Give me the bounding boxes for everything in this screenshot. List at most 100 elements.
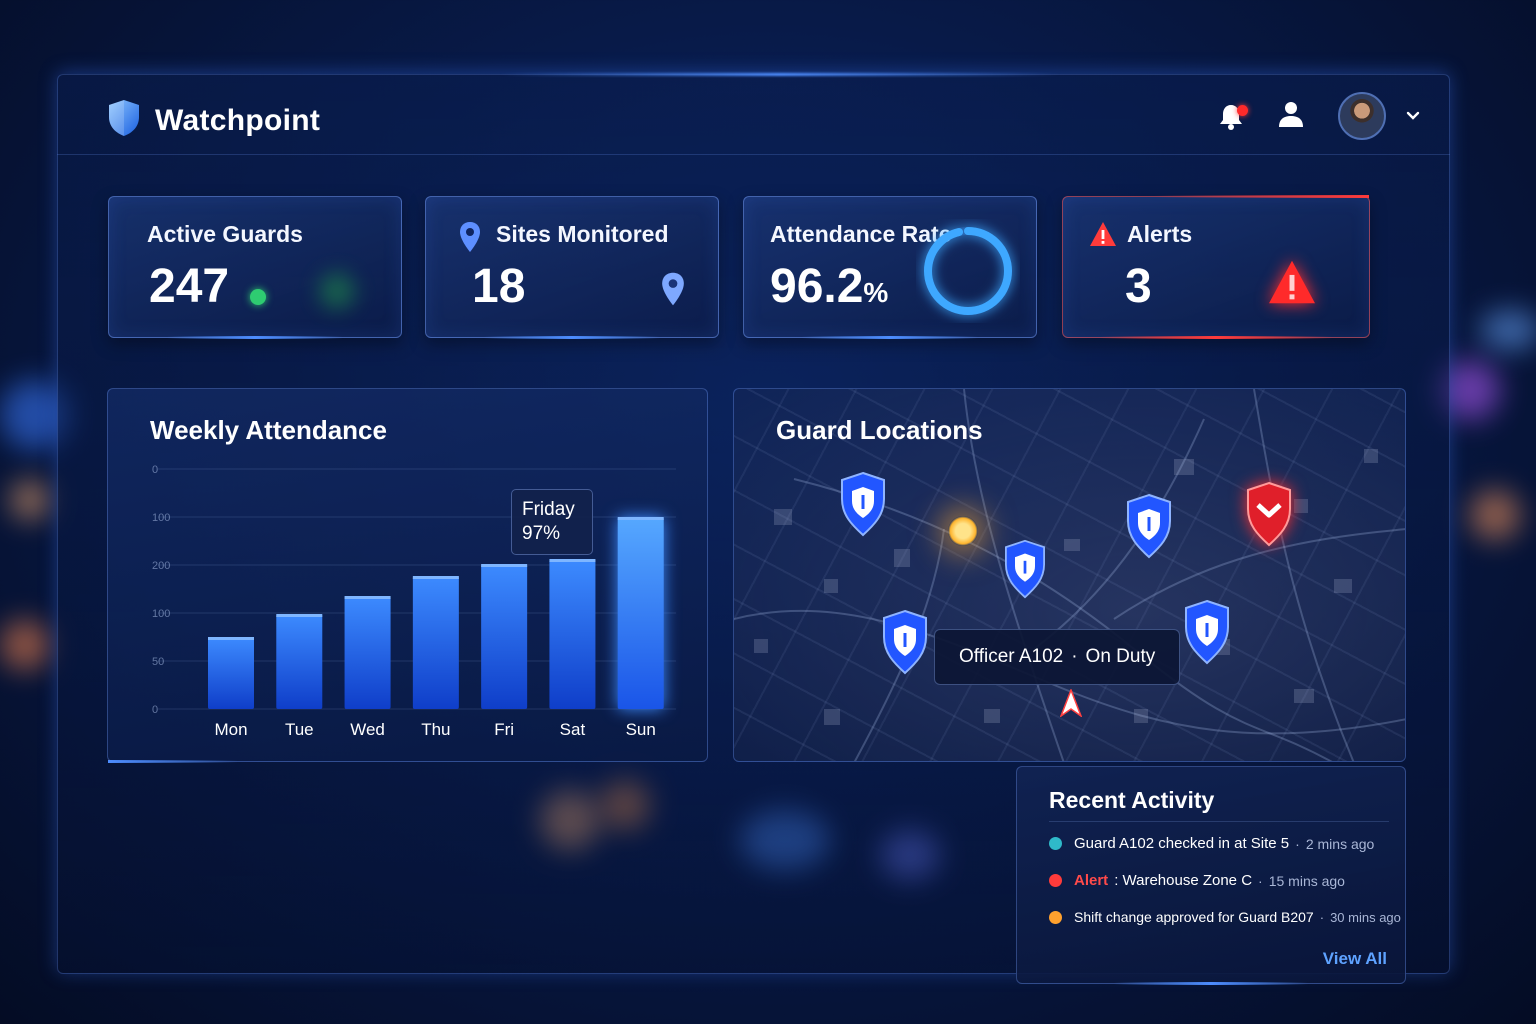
incident-beacon[interactable] (948, 516, 978, 546)
x-tick-label: Sun (626, 720, 656, 739)
bar-sat[interactable] (549, 559, 596, 709)
bar-highlight (344, 596, 391, 599)
guard-locations-panel: Guard Locations Officer A102 · On Duty (733, 388, 1406, 762)
bar-highlight (412, 576, 459, 579)
x-tick-label: Tue (285, 720, 314, 739)
warning-icon (1089, 221, 1117, 252)
card-topglow (1154, 195, 1369, 198)
bar-sun[interactable] (617, 517, 664, 709)
bar-mon[interactable] (208, 637, 254, 709)
panel-underglow (1114, 982, 1308, 985)
status-dot (1049, 837, 1062, 850)
activity-item[interactable]: Guard A102 checked in at Site 5 · 2 mins… (1049, 835, 1374, 852)
activity-item[interactable]: Alert : Warehouse Zone C · 15 mins ago (1049, 872, 1345, 889)
bar-thu[interactable] (412, 576, 459, 709)
map-pin-icon (458, 221, 482, 258)
alerts-card[interactable]: Alerts 3 (1062, 195, 1370, 339)
status-dot (1049, 874, 1062, 887)
map-pin-icon (660, 271, 686, 312)
bar-tue[interactable] (276, 614, 323, 709)
activity-text: : Warehouse Zone C (1114, 872, 1253, 889)
activity-text: Guard A102 checked in at Site 5 (1074, 835, 1290, 852)
alert-shield-pin-icon[interactable] (1244, 481, 1294, 552)
card-underglow (802, 336, 978, 339)
card-title: Alerts (1127, 221, 1193, 247)
bar-highlight (208, 637, 254, 640)
bar-fri[interactable] (481, 564, 528, 709)
bar-wed[interactable] (344, 596, 391, 709)
panel-underglow (108, 760, 238, 763)
guard-shield-pin-icon[interactable] (1002, 539, 1048, 604)
card-title: Sites Monitored (496, 221, 669, 247)
weekly-attendance-panel: Weekly Attendance 0 100 200 100 50 0 Mon Tue Wed… (107, 388, 708, 763)
bokeh-light (0, 620, 50, 670)
panel-title: Recent Activity (1049, 787, 1215, 813)
sites-monitored-value: 18 (472, 260, 526, 313)
tooltip-separator: · (1071, 646, 1078, 667)
y-tick-label: 0 (152, 704, 158, 716)
activity-time: 15 mins ago (1268, 872, 1345, 889)
app-title: Watchpoint (155, 103, 321, 137)
active-guards-card[interactable]: Active Guards 247 (108, 196, 402, 339)
attendance-rate-value: 96.2% (770, 260, 889, 313)
y-tick-label: 100 (152, 512, 170, 524)
card-underglow (484, 336, 660, 339)
status-dot (1049, 910, 1062, 924)
activity-text: Shift change approved for Guard B207 (1074, 909, 1314, 925)
header-actions (1218, 92, 1420, 140)
card-underglow (167, 336, 343, 339)
view-all-link[interactable]: View All (1323, 949, 1387, 969)
activity-time: 30 mins ago (1330, 909, 1401, 925)
bokeh-light (10, 480, 50, 520)
chevron-down-icon[interactable] (1406, 111, 1420, 121)
x-tick-label: Wed (350, 720, 385, 739)
avatar[interactable] (1338, 92, 1386, 140)
map-tooltip: Officer A102 · On Duty (934, 629, 1181, 685)
notifications-button[interactable] (1218, 101, 1248, 131)
guard-shield-pin-icon[interactable] (880, 609, 930, 680)
bar-highlight (617, 517, 664, 520)
y-tick-label: 100 (152, 608, 170, 620)
glow-decoration (319, 273, 355, 309)
profile-button[interactable] (1278, 100, 1304, 133)
bokeh-light (1470, 490, 1520, 540)
active-guards-value: 247 (149, 260, 230, 313)
user-icon (1279, 101, 1303, 127)
online-status-dot (250, 289, 266, 305)
alerts-value: 3 (1125, 260, 1152, 313)
officer-status: On Duty (1085, 646, 1156, 667)
sites-monitored-card[interactable]: Sites Monitored 18 (425, 196, 719, 339)
recent-activity-panel: Recent Activity Guard A102 checked in at… (1016, 766, 1406, 985)
weekly-attendance-chart: 0 100 200 100 50 0 Mon Tue Wed Thu Fri Sat Sun (152, 464, 676, 739)
x-tick-label: Sat (560, 720, 586, 739)
y-tick-label: 200 (152, 560, 170, 572)
shield-logo-icon (107, 98, 141, 143)
activity-time: 2 mins ago (1305, 835, 1375, 852)
account-menu[interactable] (1338, 92, 1420, 140)
chart-tooltip: Friday 97% (511, 489, 593, 555)
card-underglow (1099, 336, 1333, 339)
guard-shield-pin-icon[interactable] (1182, 599, 1232, 670)
panel-title: Guard Locations (776, 415, 983, 445)
x-tick-label: Mon (214, 720, 247, 739)
bokeh-light (1480, 310, 1536, 350)
separator: · (1319, 909, 1325, 925)
x-tick-label: Thu (421, 720, 450, 739)
y-tick-label: 50 (152, 656, 164, 668)
card-title: Active Guards (147, 221, 303, 247)
guard-shield-pin-icon[interactable] (838, 471, 888, 542)
x-tick-label: Fri (494, 720, 514, 739)
activity-item[interactable]: Shift change approved for Guard B207 · 3… (1049, 909, 1401, 925)
separator: · (1295, 835, 1300, 852)
brand[interactable]: Watchpoint (107, 98, 320, 143)
officer-id: Officer A102 (959, 646, 1064, 667)
top-bar: Watchpoint (57, 74, 1450, 155)
guard-shield-pin-icon[interactable] (1124, 493, 1174, 564)
bar-highlight (481, 564, 528, 567)
divider (1049, 821, 1389, 822)
bar-highlight (549, 559, 596, 562)
tooltip-day: Friday (522, 499, 575, 520)
separator: · (1258, 872, 1263, 889)
attendance-rate-card[interactable]: Attendance Rate 96.2% (743, 196, 1037, 339)
attendance-progress-ring (924, 227, 1012, 315)
